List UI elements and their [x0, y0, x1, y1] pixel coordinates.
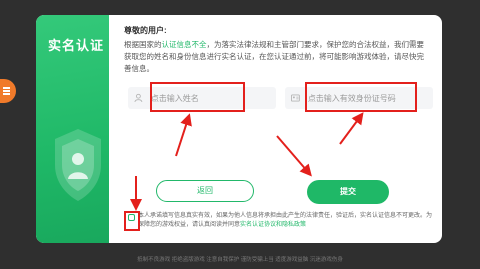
agreement: 本人承诺填写信息真实有效，如果为他人信息将承担由此产生的法律责任，验证后，实名认… [126, 212, 432, 230]
id-number-input[interactable] [307, 93, 433, 103]
real-name-auth-modal: 实名认证 尊敬的用户: 根据国家的认证信息不全，为落实法律法规和主管部门要求，保… [36, 15, 442, 243]
back-button[interactable]: 返回 [156, 180, 254, 202]
agreement-checkbox[interactable] [128, 214, 135, 221]
modal-content: 尊敬的用户: 根据国家的认证信息不全，为落实法律法规和主管部门要求，保护您的合法… [124, 25, 429, 75]
panel-title: 实名认证 [48, 38, 105, 53]
id-number-field[interactable] [285, 87, 433, 109]
agreement-link[interactable]: 实名认证协议和隐私政策 [240, 222, 306, 228]
notice-prefix: 根据国家的 [124, 40, 162, 49]
greeting: 尊敬的用户: [124, 26, 167, 35]
notice-highlight: 认证信息不全 [161, 40, 207, 49]
modal-side-panel: 实名认证 [36, 15, 109, 243]
submit-button[interactable]: 提交 [307, 180, 389, 204]
user-icon [134, 93, 143, 103]
shield-user-icon [55, 129, 101, 201]
id-card-icon [291, 94, 300, 102]
notice-text: 根据国家的认证信息不全，为落实法律法规和主管部门要求，保护您的合法权益，我们需要… [124, 39, 429, 75]
side-menu-toggle[interactable] [0, 79, 16, 103]
name-field[interactable] [128, 87, 276, 109]
name-input[interactable] [150, 93, 276, 103]
footer-notice: 抵制不良游戏 拒绝盗版游戏 注意自我保护 谨防受骗上当 适度游戏益脑 沉迷游戏伤… [137, 257, 343, 263]
